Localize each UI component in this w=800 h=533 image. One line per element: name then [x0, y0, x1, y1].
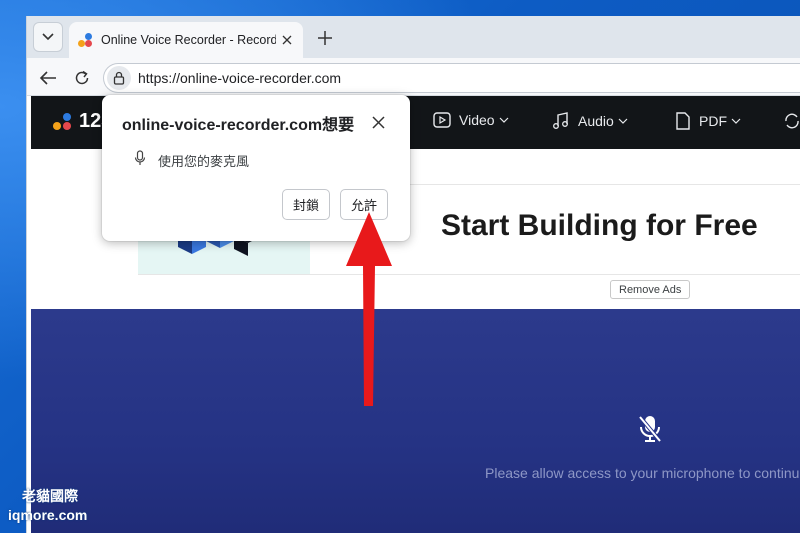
logo-icon — [53, 112, 73, 132]
chevron-down-icon — [499, 117, 508, 123]
browser-toolbar: https://online-voice-recorder.com — [27, 58, 800, 96]
back-arrow-icon — [39, 71, 56, 85]
close-icon[interactable] — [368, 112, 388, 132]
close-tab-icon[interactable] — [280, 32, 295, 48]
new-tab-button[interactable] — [313, 26, 337, 50]
nav-pdf-label: PDF — [699, 113, 727, 129]
music-note-icon — [553, 112, 568, 129]
nav-audio-label: Audio — [578, 113, 614, 129]
permission-request-text: 使用您的麥克風 — [158, 154, 250, 169]
recorder-panel: Please allow access to your microphone t… — [31, 309, 800, 533]
nav-pdf[interactable]: PDF — [675, 112, 741, 130]
watermark: 老貓國際 iqmore.com — [8, 487, 87, 525]
reload-icon — [75, 70, 89, 85]
nav-video[interactable]: Video — [433, 112, 509, 128]
watermark-line2: iqmore.com — [8, 507, 88, 523]
chevron-down-icon — [618, 118, 628, 124]
ad-headline[interactable]: Start Building for Free — [441, 209, 758, 243]
permission-title: online-voice-recorder.com想要 — [122, 117, 355, 134]
watermark-line1: 老貓國際 — [22, 488, 78, 504]
red-arrow-annotation — [346, 212, 392, 406]
site-info-button[interactable] — [107, 66, 131, 90]
address-bar[interactable]: https://online-voice-recorder.com — [103, 63, 800, 93]
chevron-down-icon — [42, 33, 54, 41]
chevron-down-icon — [731, 118, 741, 124]
url-text: https://online-voice-recorder.com — [138, 70, 342, 86]
nav-video-label: Video — [459, 112, 495, 128]
lock-icon — [113, 71, 125, 85]
tab-title: Online Voice Recorder - Record Vo — [101, 33, 276, 47]
microphone-access-message: Please allow access to your microphone t… — [485, 465, 800, 481]
nav-more[interactable] — [783, 112, 800, 130]
ad-divider — [138, 274, 800, 275]
microphone-off-icon — [638, 415, 662, 443]
browser-window: Online Voice Recorder - Record Vo https:… — [26, 16, 800, 533]
nav-audio[interactable]: Audio — [552, 112, 628, 130]
tab-strip: Online Voice Recorder - Record Vo — [27, 16, 800, 58]
block-button[interactable]: 封鎖 — [282, 189, 331, 220]
tab-active[interactable]: Online Voice Recorder - Record Vo — [69, 22, 303, 58]
site-favicon-icon — [77, 32, 93, 48]
tab-search-button[interactable] — [33, 22, 63, 52]
microphone-icon — [134, 150, 146, 165]
reload-button[interactable] — [69, 65, 95, 91]
plus-icon — [318, 31, 332, 45]
remove-ads-button[interactable]: Remove Ads — [610, 280, 691, 299]
document-icon — [676, 112, 690, 130]
convert-icon — [785, 113, 799, 129]
video-icon — [433, 112, 451, 128]
back-button[interactable] — [35, 65, 61, 91]
